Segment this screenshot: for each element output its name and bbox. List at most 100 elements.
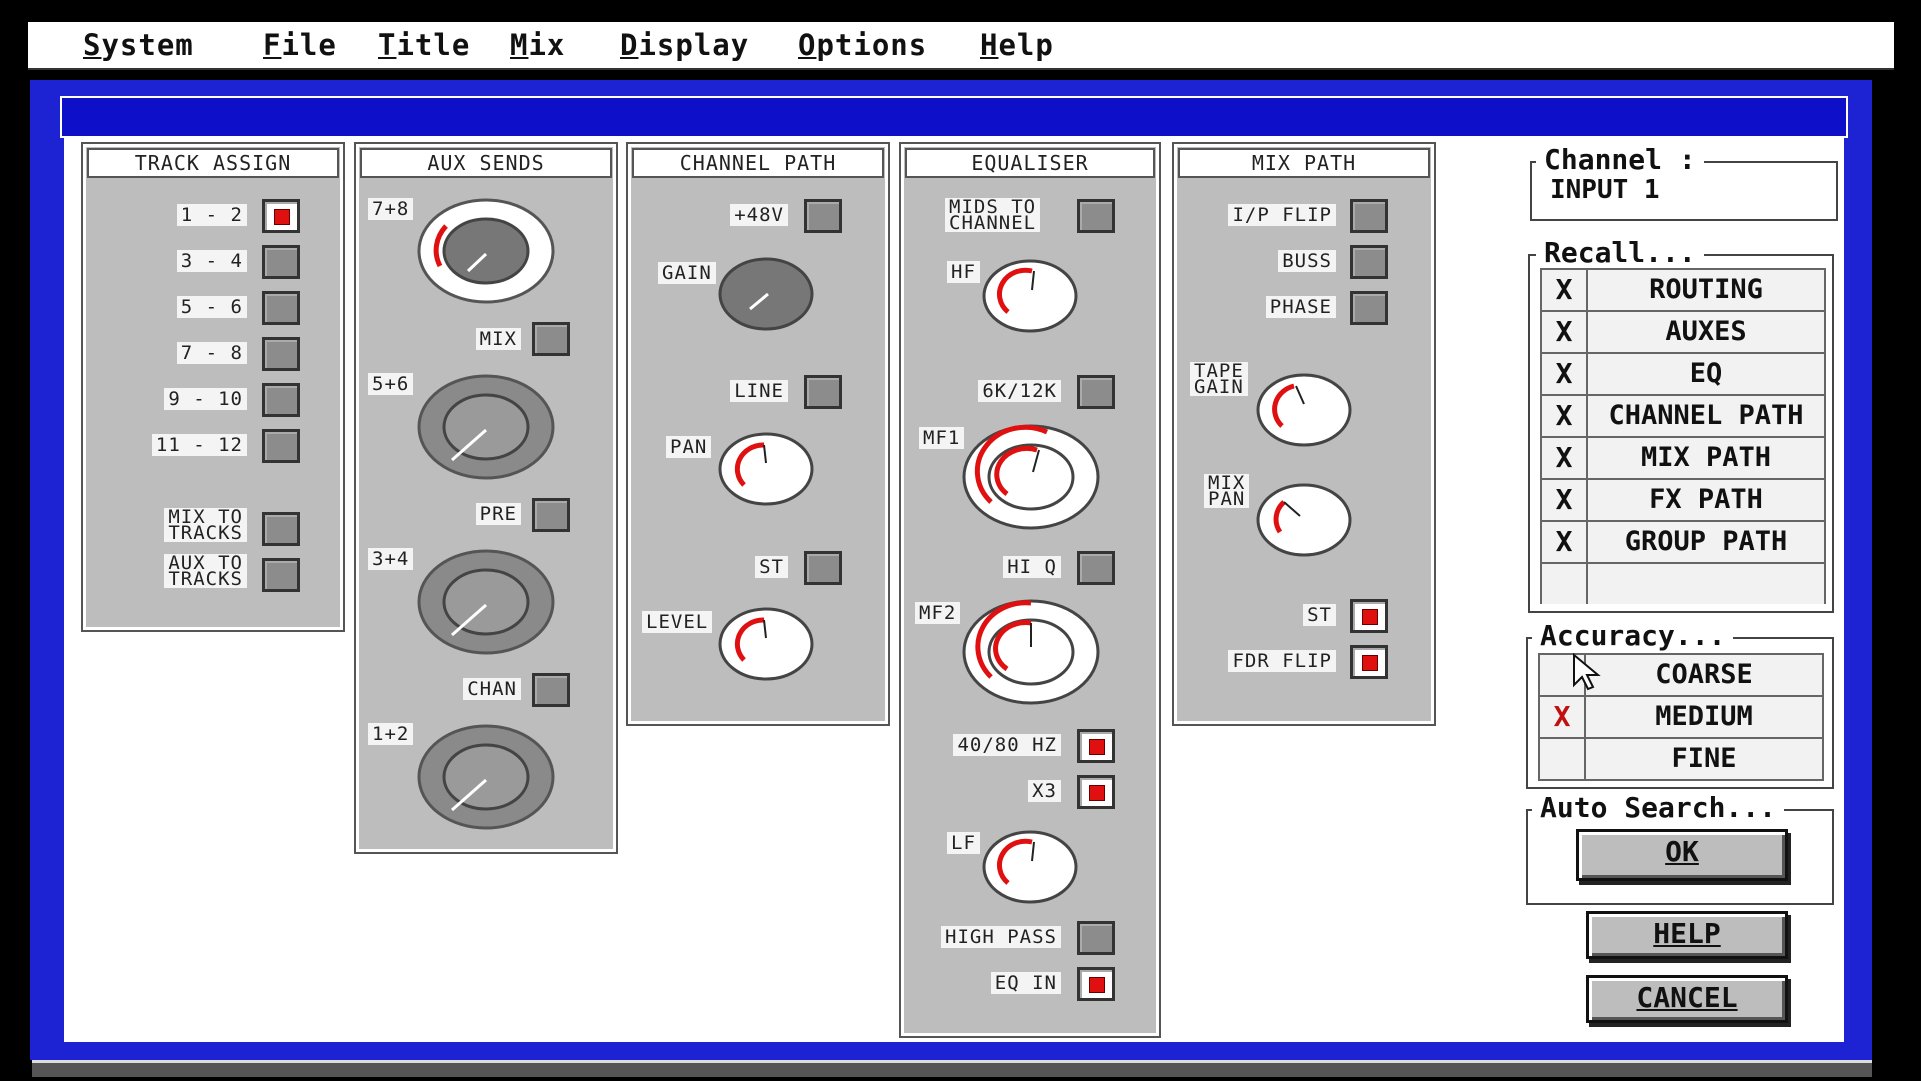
phase-switch[interactable] — [1350, 291, 1388, 325]
accuracy-medium[interactable]: X MEDIUM — [1540, 697, 1822, 739]
mix-to-tracks-switch[interactable] — [262, 512, 300, 546]
lf-range-switch[interactable] — [1077, 729, 1115, 763]
recall-item-channel-path[interactable]: X CHANNEL PATH — [1542, 396, 1824, 438]
lf-knob[interactable] — [980, 827, 1080, 907]
recall-title: Recall... — [1536, 236, 1704, 269]
phantom-48v-switch[interactable] — [804, 199, 842, 233]
track-11-12-switch[interactable] — [262, 429, 300, 463]
recall-dialog: TRACK ASSIGN 1 - 2 3 - 4 5 - 6 7 - 8 9 -… — [64, 137, 1844, 1042]
channel-path-title: CHANNEL PATH — [632, 148, 884, 178]
aux-1-2-knob[interactable] — [416, 722, 556, 832]
hf-knob[interactable] — [980, 256, 1080, 336]
aux-7-8-knob[interactable] — [416, 196, 556, 306]
hf-range-switch[interactable] — [1077, 375, 1115, 409]
cancel-button[interactable]: CANCEL — [1586, 975, 1788, 1023]
accuracy-title: Accuracy... — [1532, 619, 1734, 652]
check-mark-icon: X — [1540, 697, 1586, 737]
ip-flip-switch[interactable] — [1350, 199, 1388, 233]
aux-pre-switch[interactable] — [532, 498, 570, 532]
recall-item-group-path[interactable]: X GROUP PATH — [1542, 522, 1824, 564]
aux-sends-panel: AUX SENDS 7+8 MIX 5+6 PRE 3+4 CHAN 1+2 — [354, 142, 618, 854]
menu-title[interactable]: Title — [378, 28, 470, 62]
level-knob[interactable] — [716, 604, 816, 684]
mix-pan-knob[interactable] — [1254, 480, 1354, 560]
aux-to-tracks-switch[interactable] — [262, 558, 300, 592]
track-assign-panel: TRACK ASSIGN 1 - 2 3 - 4 5 - 6 7 - 8 9 -… — [81, 142, 345, 632]
lf-label: LF — [947, 832, 980, 854]
track-7-8-label: 7 - 8 — [176, 342, 247, 364]
tape-gain-knob[interactable] — [1254, 370, 1354, 450]
check-mark-icon: X — [1542, 270, 1588, 310]
high-pass-switch[interactable] — [1077, 921, 1115, 955]
aux-chan-label: CHAN — [463, 678, 521, 700]
aux-chan-switch[interactable] — [532, 673, 570, 707]
menu-help[interactable]: Help — [980, 28, 1054, 62]
line-label: LINE — [730, 380, 788, 402]
aux-7-8-label: 7+8 — [368, 198, 414, 220]
x3-switch[interactable] — [1077, 775, 1115, 809]
mouse-pointer-icon — [1573, 653, 1601, 691]
menu-options[interactable]: Options — [798, 28, 927, 62]
line-switch[interactable] — [804, 375, 842, 409]
recall-item-fx-path[interactable]: X FX PATH — [1542, 480, 1824, 522]
channel-st-label: ST — [755, 556, 788, 578]
track-5-6-label: 5 - 6 — [176, 296, 247, 318]
hf-range-label: 6K/12K — [978, 380, 1061, 402]
track-1-2-switch[interactable] — [262, 199, 300, 233]
channel-st-switch[interactable] — [804, 551, 842, 585]
gain-knob[interactable] — [716, 254, 816, 334]
help-button[interactable]: HELP — [1586, 911, 1788, 959]
track-9-10-switch[interactable] — [262, 383, 300, 417]
menu-display[interactable]: Display — [620, 28, 749, 62]
accuracy-group: Accuracy... COARSE X MEDIUM FINE — [1526, 619, 1834, 789]
auto-search-title: Auto Search... — [1532, 791, 1785, 824]
channel-box: Channel : INPUT 1 — [1530, 143, 1838, 221]
accuracy-fine[interactable]: FINE — [1540, 739, 1822, 779]
aux-5-6-knob[interactable] — [416, 372, 556, 482]
recall-item-mix-path[interactable]: X MIX PATH — [1542, 438, 1824, 480]
buss-switch[interactable] — [1350, 245, 1388, 279]
recall-item-auxes[interactable]: X AUXES — [1542, 312, 1824, 354]
pan-knob[interactable] — [716, 429, 816, 509]
bottom-scroll-strip[interactable] — [32, 1060, 1872, 1077]
recall-item-eq[interactable]: X EQ — [1542, 354, 1824, 396]
mix-path-panel: MIX PATH I/P FLIP BUSS PHASE TAPE GAIN M… — [1172, 142, 1436, 726]
mf1-knob[interactable] — [961, 422, 1101, 532]
buss-label: BUSS — [1278, 250, 1336, 272]
aux-mix-switch[interactable] — [532, 322, 570, 356]
lf-range-label: 40/80 HZ — [953, 734, 1061, 756]
recall-item-empty — [1542, 564, 1824, 604]
check-mark-icon: X — [1542, 312, 1588, 352]
mix-st-switch[interactable] — [1350, 599, 1388, 633]
eq-in-label: EQ IN — [990, 972, 1061, 994]
check-mark-icon: X — [1542, 480, 1588, 520]
mf1-label: MF1 — [919, 427, 965, 449]
recall-list: X ROUTING X AUXES X EQ X CHANNEL PATH X MIX P… — [1540, 268, 1826, 604]
phantom-48v-label: +48V — [730, 204, 788, 226]
gain-label: GAIN — [658, 262, 716, 284]
hi-q-label: HI Q — [1003, 556, 1061, 578]
menu-mix[interactable]: Mix — [510, 28, 565, 62]
equaliser-title: EQUALISER — [905, 148, 1155, 178]
mids-to-channel-label: MIDS TO CHANNEL — [945, 198, 1041, 233]
level-label: LEVEL — [642, 611, 713, 633]
track-5-6-switch[interactable] — [262, 291, 300, 325]
track-3-4-switch[interactable] — [262, 245, 300, 279]
mf2-knob[interactable] — [961, 597, 1101, 707]
check-mark-icon: X — [1542, 396, 1588, 436]
recall-item-routing[interactable]: X ROUTING — [1542, 270, 1824, 312]
aux-3-4-knob[interactable] — [416, 547, 556, 657]
aux-mix-label: MIX — [475, 328, 521, 350]
menu-system[interactable]: System — [83, 28, 194, 62]
track-7-8-switch[interactable] — [262, 337, 300, 371]
fdr-flip-switch[interactable] — [1350, 645, 1388, 679]
mix-path-title: MIX PATH — [1178, 148, 1430, 178]
eq-in-switch[interactable] — [1077, 967, 1115, 1001]
x3-label: X3 — [1028, 780, 1061, 802]
hi-q-switch[interactable] — [1077, 551, 1115, 585]
dialog-title-bar — [60, 96, 1848, 138]
menu-file[interactable]: File — [263, 28, 337, 62]
mids-to-channel-switch[interactable] — [1077, 199, 1115, 233]
ok-button[interactable]: OK — [1576, 829, 1788, 881]
aux-sends-title: AUX SENDS — [360, 148, 612, 178]
